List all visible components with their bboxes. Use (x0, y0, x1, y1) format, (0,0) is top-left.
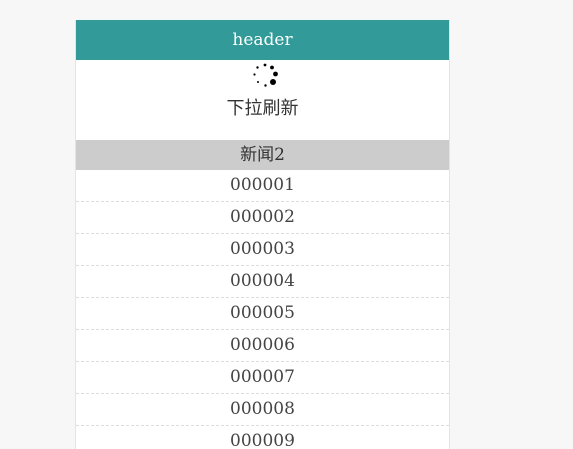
list-item[interactable]: 000007 (76, 362, 449, 394)
list-item[interactable]: 000001 (76, 170, 449, 202)
header-title: header (232, 30, 293, 50)
pull-to-refresh-area[interactable]: 下拉刷新 (76, 60, 449, 140)
list-item[interactable]: 000002 (76, 202, 449, 234)
list-item[interactable]: 000003 (76, 234, 449, 266)
list-item[interactable]: 000005 (76, 298, 449, 330)
page-header: header (76, 20, 449, 60)
news-section-title: 新闻2 (76, 140, 449, 170)
news-list: 000001 000002 000003 000004 000005 00000… (76, 170, 449, 449)
list-item[interactable]: 000009 (76, 426, 449, 449)
loading-spinner-icon (253, 63, 278, 87)
mobile-frame: header 下拉刷新 新闻2 000001 000002 000003 000… (75, 20, 450, 449)
list-item[interactable]: 000008 (76, 394, 449, 426)
pull-refresh-label: 下拉刷新 (226, 98, 299, 119)
list-item[interactable]: 000004 (76, 266, 449, 298)
list-item[interactable]: 000006 (76, 330, 449, 362)
